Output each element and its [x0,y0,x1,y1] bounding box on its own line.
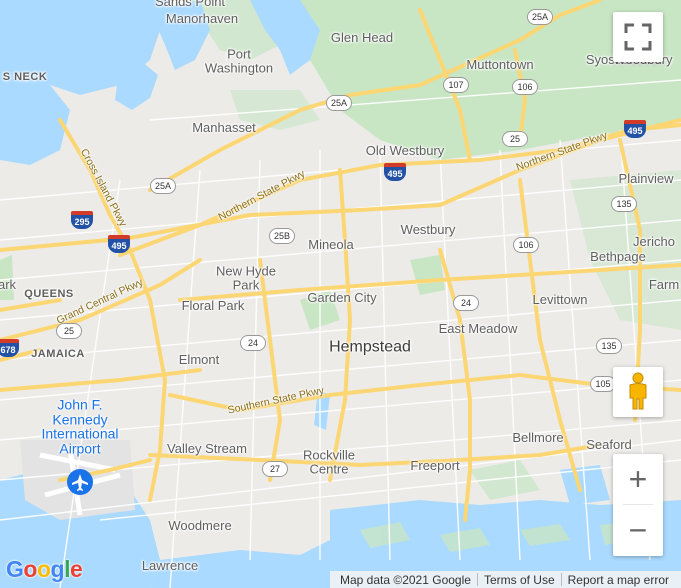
place-label: Bellmore [512,430,564,446]
place-label: QUEENS [24,288,74,301]
place-label: Muttontown [466,57,534,73]
interstate-shield-number: 678 [0,345,16,355]
place-label: Manhasset [192,120,256,136]
map-canvas[interactable]: Sands Point Manorhaven Port Washington Glen… [0,0,681,588]
zoom-out-button[interactable]: − [613,505,663,555]
state-route-shield: 25 [502,131,528,147]
state-route-shield: 106 [512,79,538,95]
interstate-shield: 295 [71,211,93,229]
interstate-shield: 495 [384,163,406,181]
interstate-shield-number: 295 [74,217,90,227]
place-label: Seaford [586,437,632,453]
state-route-shield: 25 [56,323,82,339]
zoom-control: + − [613,454,663,556]
place-label: Elmont [178,352,220,368]
place-label: Garden City [307,290,377,306]
interstate-shield: 495 [108,235,130,253]
place-label: Sands Point [154,0,226,10]
place-label: Woodmere [168,518,232,534]
fullscreen-icon [624,23,652,51]
place-label: Glen Head [330,30,394,46]
airport-plane-icon [67,469,93,495]
interstate-shield-number: 495 [111,241,127,251]
pegman-icon [629,372,647,410]
state-route-shield: 106 [513,237,539,253]
map-data-attribution: Map data ©2021 Google [340,572,471,587]
state-route-shield: 135 [611,196,637,212]
street-view-pegman-button[interactable] [613,367,663,417]
report-map-error-link[interactable]: Report a map error [562,573,675,587]
state-route-shield: 27 [262,461,288,477]
map-footer: Map data ©2021 Google Terms of Use Repor… [330,571,681,588]
place-label: Bethpage [590,249,646,265]
place-label: Old Westbury [365,143,445,159]
place-label: S NECK [2,71,48,84]
place-label: Freeport [410,458,460,474]
fullscreen-button[interactable] [613,12,663,62]
place-label: Valley Stream [167,441,247,457]
place-label: Westbury [400,222,456,238]
place-label: Mineola [308,237,354,253]
place-label: Floral Park [181,298,245,314]
state-route-shield: 25A [325,95,353,111]
place-label: Levittown [532,292,588,308]
place-label: Plainview [618,171,674,187]
state-route-shield: 107 [443,77,469,93]
state-route-shield: 25B [268,228,296,244]
place-label: East Meadow [438,321,518,337]
interstate-shield-number: 495 [627,126,643,136]
place-label: Manorhaven [165,11,239,27]
terms-of-use-link[interactable]: Terms of Use [478,573,561,587]
place-label: Farm [648,277,680,293]
state-route-shield: 24 [240,335,266,351]
zoom-in-button[interactable]: + [613,454,663,504]
place-label: JAMAICA [31,348,85,361]
place-label: Lawrence [141,558,199,574]
place-label: ark [0,277,17,293]
place-label: Rockville Centre [302,447,356,476]
place-label: Jericho [633,234,675,250]
place-label: John F. Kennedy International Airport [41,396,119,457]
interstate-shield-number: 495 [387,169,403,179]
interstate-shield: 495 [624,120,646,138]
interstate-shield: 678 [0,339,19,357]
place-label: New Hyde Park [216,263,276,292]
place-label: Port Washington [204,46,274,75]
google-logo: Google [6,556,83,582]
place-label: Hempstead [329,338,411,356]
state-route-shield: 24 [453,295,479,311]
state-route-shield: 25A [526,9,554,25]
state-route-shield: 25A [149,178,177,194]
state-route-shield: 135 [596,338,622,354]
